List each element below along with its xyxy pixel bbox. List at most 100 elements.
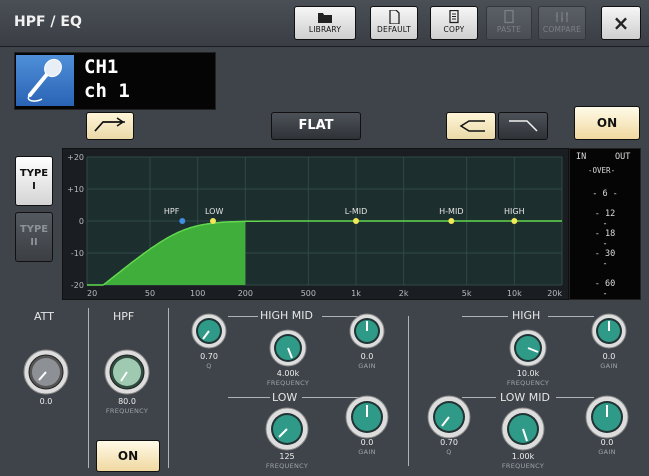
- type-1-label: TYPE: [19, 168, 49, 179]
- high-title: HIGH: [512, 309, 541, 322]
- eq-band-point: [210, 218, 217, 224]
- high-mid-q-value: 0.70: [200, 352, 218, 361]
- window-title: HPF / EQ: [14, 14, 82, 30]
- low-frequency-knob[interactable]: [264, 406, 310, 456]
- divider: [168, 308, 169, 468]
- type-2-button[interactable]: TYPE II: [15, 212, 53, 262]
- low-gain-sub: GAIN: [358, 448, 376, 456]
- high-mid-title: HIGH MID: [260, 309, 314, 322]
- eq-on-label: ON: [596, 116, 618, 130]
- x-tick-label: 500: [301, 289, 316, 298]
- eq-response-graph[interactable]: +20 +10 0 -10 -20 20 50 100 200 500 1k 2k 5k 10k 20k HP…: [62, 148, 569, 300]
- divider: [408, 316, 409, 466]
- level-meter: IN OUT -OVER- - 6 - - 12 -- 18 -- 30 - - 6…: [569, 148, 641, 300]
- y-tick-label: -20: [71, 281, 84, 290]
- meter-scale-label: - 30 -: [594, 249, 616, 269]
- low-frequency-value: 125: [279, 452, 295, 461]
- eq-band-label: HIGH: [504, 207, 525, 216]
- x-tick-label: 1k: [351, 289, 361, 298]
- channel-label: ch 1: [84, 80, 130, 102]
- low-mid-q-value: 0.70: [440, 438, 458, 447]
- low-mid-frequency-knob[interactable]: [500, 406, 546, 456]
- x-tick-label: 20k: [547, 289, 562, 298]
- microphone-icon: [16, 55, 74, 106]
- hpf-title: HPF: [113, 310, 135, 323]
- meter-in-label: IN: [576, 152, 587, 162]
- low-mid-q-sub: Q: [446, 448, 452, 456]
- flat-label: FLAT: [298, 118, 334, 133]
- compare-label: COMPARE: [542, 25, 582, 34]
- high-frequency-sub: FREQUENCY: [506, 379, 550, 387]
- meter-scale-label: - 60 -: [594, 279, 616, 299]
- library-button[interactable]: LIBRARY: [294, 6, 356, 40]
- eq-band-label: LOW: [205, 207, 223, 216]
- meter-out-label: OUT: [615, 152, 631, 162]
- hpf-on-label: ON: [117, 449, 139, 463]
- y-tick-label: +10: [67, 185, 84, 194]
- low-shelf-button[interactable]: [446, 112, 496, 140]
- eq-band-point: [511, 218, 518, 224]
- low-frequency-sub: FREQUENCY: [265, 462, 309, 470]
- high-mid-q-sub: Q: [206, 362, 212, 370]
- low-mid-frequency-sub: FREQUENCY: [501, 462, 545, 470]
- compare-icon: [556, 12, 568, 22]
- high-frequency-knob[interactable]: [508, 328, 548, 372]
- type-1-button[interactable]: TYPE I: [15, 156, 53, 206]
- folder-icon: [318, 13, 332, 23]
- high-frequency-value: 10.0k: [516, 369, 540, 378]
- high-mid-gain-value: 0.0: [360, 352, 374, 361]
- low-mid-frequency-value: 1.00k: [511, 452, 535, 461]
- eq-band-point: [448, 218, 455, 224]
- y-tick-label: 0: [79, 217, 84, 226]
- att-value: 0.0: [39, 397, 53, 406]
- eq-band-point: [179, 218, 186, 224]
- x-tick-label: 5k: [462, 289, 472, 298]
- x-tick-label: 20: [87, 289, 97, 298]
- copy-icon: [449, 10, 459, 24]
- copy-button[interactable]: COPY: [430, 6, 478, 40]
- paste-button[interactable]: PASTE: [486, 6, 532, 40]
- hpf-type-button[interactable]: [86, 112, 134, 140]
- close-button[interactable]: ×: [601, 6, 641, 40]
- x-tick-label: 50: [145, 289, 155, 298]
- eq-curve-canvas[interactable]: +20 +10 0 -10 -2020 50 100 200 500 1k 2k 5k 10k 20k HP…: [63, 149, 568, 299]
- low-mid-gain-knob[interactable]: [584, 394, 630, 444]
- shelf-icon: [459, 120, 485, 132]
- high-gain-knob[interactable]: [590, 312, 628, 354]
- paste-label: PASTE: [496, 25, 522, 34]
- flat-button[interactable]: FLAT: [271, 112, 361, 140]
- low-mid-q-knob[interactable]: [426, 394, 472, 444]
- lpf-slope-icon: [509, 120, 538, 132]
- divider: [228, 316, 258, 317]
- compare-button[interactable]: COMPARE: [538, 6, 586, 40]
- hpf-knob[interactable]: [103, 348, 151, 400]
- eq-on-button[interactable]: ON: [574, 106, 640, 140]
- low-title: LOW: [272, 391, 298, 404]
- high-mid-frequency-knob[interactable]: [268, 328, 308, 372]
- default-button[interactable]: DEFAULT: [370, 6, 418, 40]
- low-mid-gain-sub: GAIN: [598, 448, 616, 456]
- high-gain-value: 0.0: [602, 352, 616, 361]
- library-label: LIBRARY: [308, 25, 342, 34]
- hpf-sub: FREQUENCY: [105, 407, 149, 415]
- x-tick-label: 10k: [507, 289, 522, 298]
- high-mid-gain-knob[interactable]: [348, 312, 386, 354]
- divider: [548, 316, 594, 317]
- high-cut-button[interactable]: [498, 112, 548, 140]
- hpf-on-button[interactable]: ON: [96, 440, 160, 472]
- hpf-value: 80.0: [118, 397, 136, 406]
- low-mid-title: LOW MID: [500, 391, 550, 404]
- high-mid-gain-sub: GAIN: [358, 362, 376, 370]
- att-title: ATT: [34, 310, 54, 323]
- divider: [228, 397, 270, 398]
- meter-over-label: -OVER-: [588, 166, 616, 175]
- document-icon: [389, 10, 400, 24]
- high-mid-frequency-sub: FREQUENCY: [266, 379, 310, 387]
- eq-band-label: H-MID: [439, 207, 463, 216]
- title-bar: HPF / EQ LIBRARY DEFAULT COPY PASTE COMP…: [0, 0, 649, 47]
- att-knob[interactable]: [22, 348, 70, 400]
- meter-scale-label: - 18 -: [594, 229, 616, 249]
- low-gain-knob[interactable]: [344, 394, 390, 444]
- x-tick-label: 200: [238, 289, 253, 298]
- high-mid-q-knob[interactable]: [190, 312, 228, 354]
